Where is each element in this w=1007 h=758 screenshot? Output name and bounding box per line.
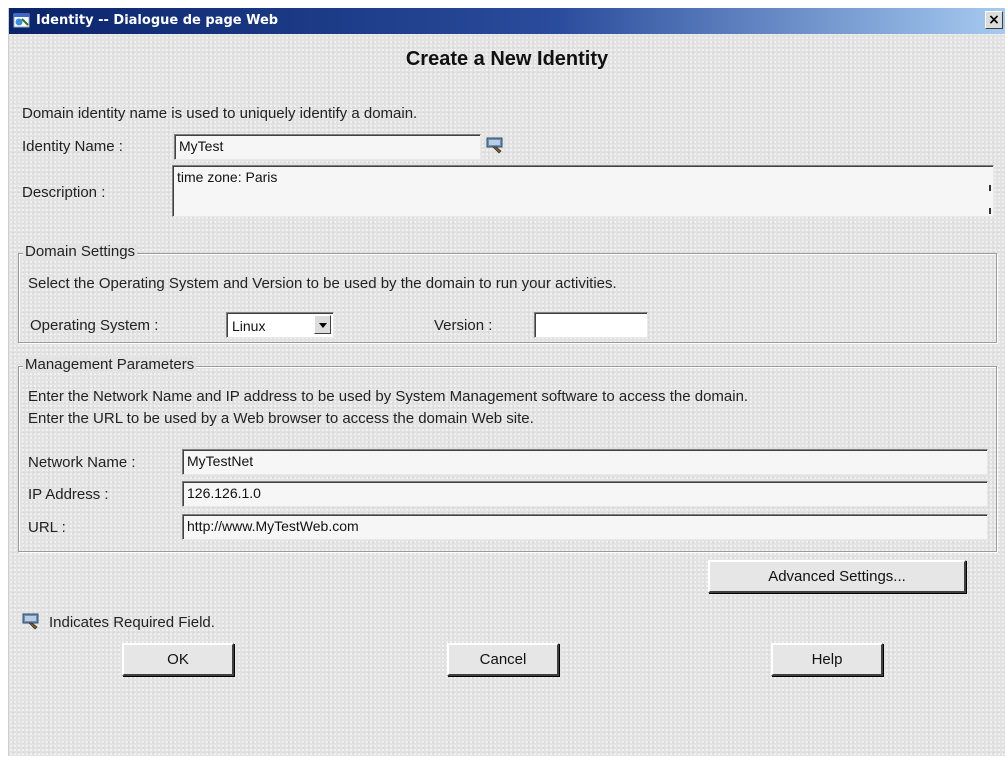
- window-title: Identity -- Dialogue de page Web: [36, 13, 279, 28]
- description-textarea[interactable]: time zone: Paris: [172, 165, 994, 217]
- url-input[interactable]: http://www.MyTestWeb.com: [182, 514, 988, 540]
- required-field-icon: [486, 137, 503, 154]
- ok-button[interactable]: OK: [122, 643, 234, 676]
- os-select[interactable]: Linux: [226, 312, 334, 338]
- advanced-settings-label: Advanced Settings...: [768, 568, 906, 585]
- url-label: URL :: [28, 519, 66, 536]
- dialog-window: Identity -- Dialogue de page Web × Creat…: [8, 8, 1005, 756]
- ip-address-input[interactable]: 126.126.1.0: [182, 481, 988, 507]
- version-input[interactable]: [534, 312, 648, 338]
- textarea-edge-mark: [989, 185, 991, 191]
- identity-name-input[interactable]: MyTest: [174, 134, 481, 160]
- help-label: Help: [811, 651, 843, 668]
- os-label: Operating System :: [30, 317, 159, 334]
- required-field-icon: [22, 613, 39, 630]
- description-label: Description :: [22, 184, 106, 201]
- network-name-label: Network Name :: [28, 454, 136, 471]
- management-help-line2: Enter the URL to be used by a Web browse…: [28, 410, 534, 427]
- domain-settings-help: Select the Operating System and Version …: [28, 275, 617, 292]
- page-title: Create a New Identity: [405, 48, 609, 70]
- help-button[interactable]: Help: [771, 643, 883, 676]
- intro-text: Domain identity name is used to uniquely…: [22, 105, 418, 122]
- identity-name-label: Identity Name :: [22, 138, 123, 155]
- network-name-input[interactable]: MyTestNet: [182, 449, 988, 475]
- required-field-note: Indicates Required Field.: [49, 614, 215, 631]
- management-help-line1: Enter the Network Name and IP address to…: [28, 388, 749, 405]
- os-selected-value: Linux: [232, 318, 266, 334]
- advanced-settings-button[interactable]: Advanced Settings...: [708, 560, 966, 593]
- cancel-button[interactable]: Cancel: [447, 643, 559, 676]
- version-label: Version :: [434, 317, 493, 334]
- textarea-edge-mark: [989, 208, 991, 214]
- ok-label: OK: [167, 651, 189, 668]
- close-icon: ×: [988, 12, 1000, 28]
- domain-settings-legend: Domain Settings: [23, 243, 138, 260]
- title-bar[interactable]: Identity -- Dialogue de page Web ×: [9, 8, 1005, 34]
- cancel-label: Cancel: [479, 651, 527, 668]
- chevron-down-icon[interactable]: [314, 315, 331, 334]
- web-dialog-icon: [13, 13, 30, 28]
- management-parameters-legend: Management Parameters: [23, 356, 197, 373]
- ip-address-label: IP Address :: [28, 486, 109, 503]
- domain-settings-group: [18, 253, 997, 343]
- close-button[interactable]: ×: [985, 11, 1003, 29]
